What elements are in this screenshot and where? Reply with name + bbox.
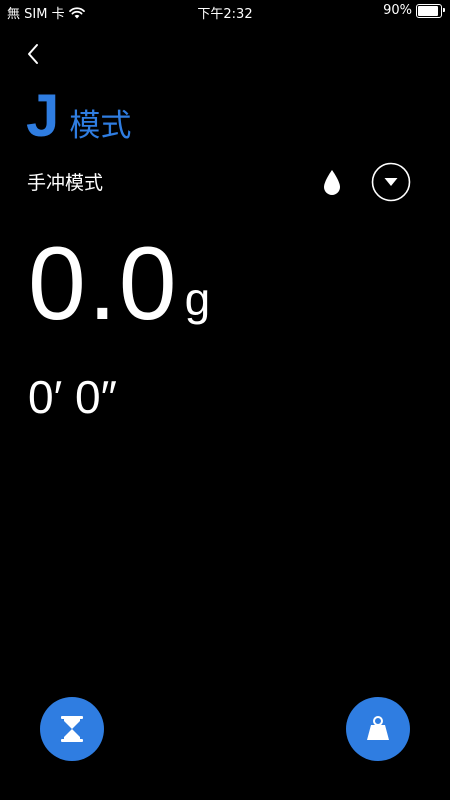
battery-percent: 90% (383, 3, 412, 18)
mode-word: 模式 (69, 108, 132, 144)
submode-label: 手冲模式 (27, 172, 104, 194)
hourglass-icon (61, 716, 83, 742)
battery-level (418, 5, 438, 16)
timer-readout: 0′ 0″ (28, 371, 117, 423)
tare-button[interactable] (346, 697, 410, 761)
weight-icon (367, 716, 389, 740)
mode-letter: J (26, 82, 60, 149)
timer-button[interactable] (40, 697, 104, 761)
back-button[interactable] (22, 40, 46, 68)
mode-title: J 模式 (26, 86, 131, 146)
triangle-down-icon (371, 162, 411, 202)
status-right: 90% (383, 3, 445, 18)
chevron-left-icon (28, 44, 38, 64)
weight-readout: 0.0 g (28, 228, 210, 340)
mode-dropdown-button[interactable] (371, 162, 411, 202)
weight-unit: g (184, 273, 211, 325)
battery-icon (416, 3, 445, 18)
battery-cap (443, 7, 445, 12)
water-drop-icon (324, 170, 340, 195)
weight-value: 0.0 (28, 226, 179, 342)
status-bar: 無 SIM 卡 下午2:32 90% (0, 0, 450, 22)
